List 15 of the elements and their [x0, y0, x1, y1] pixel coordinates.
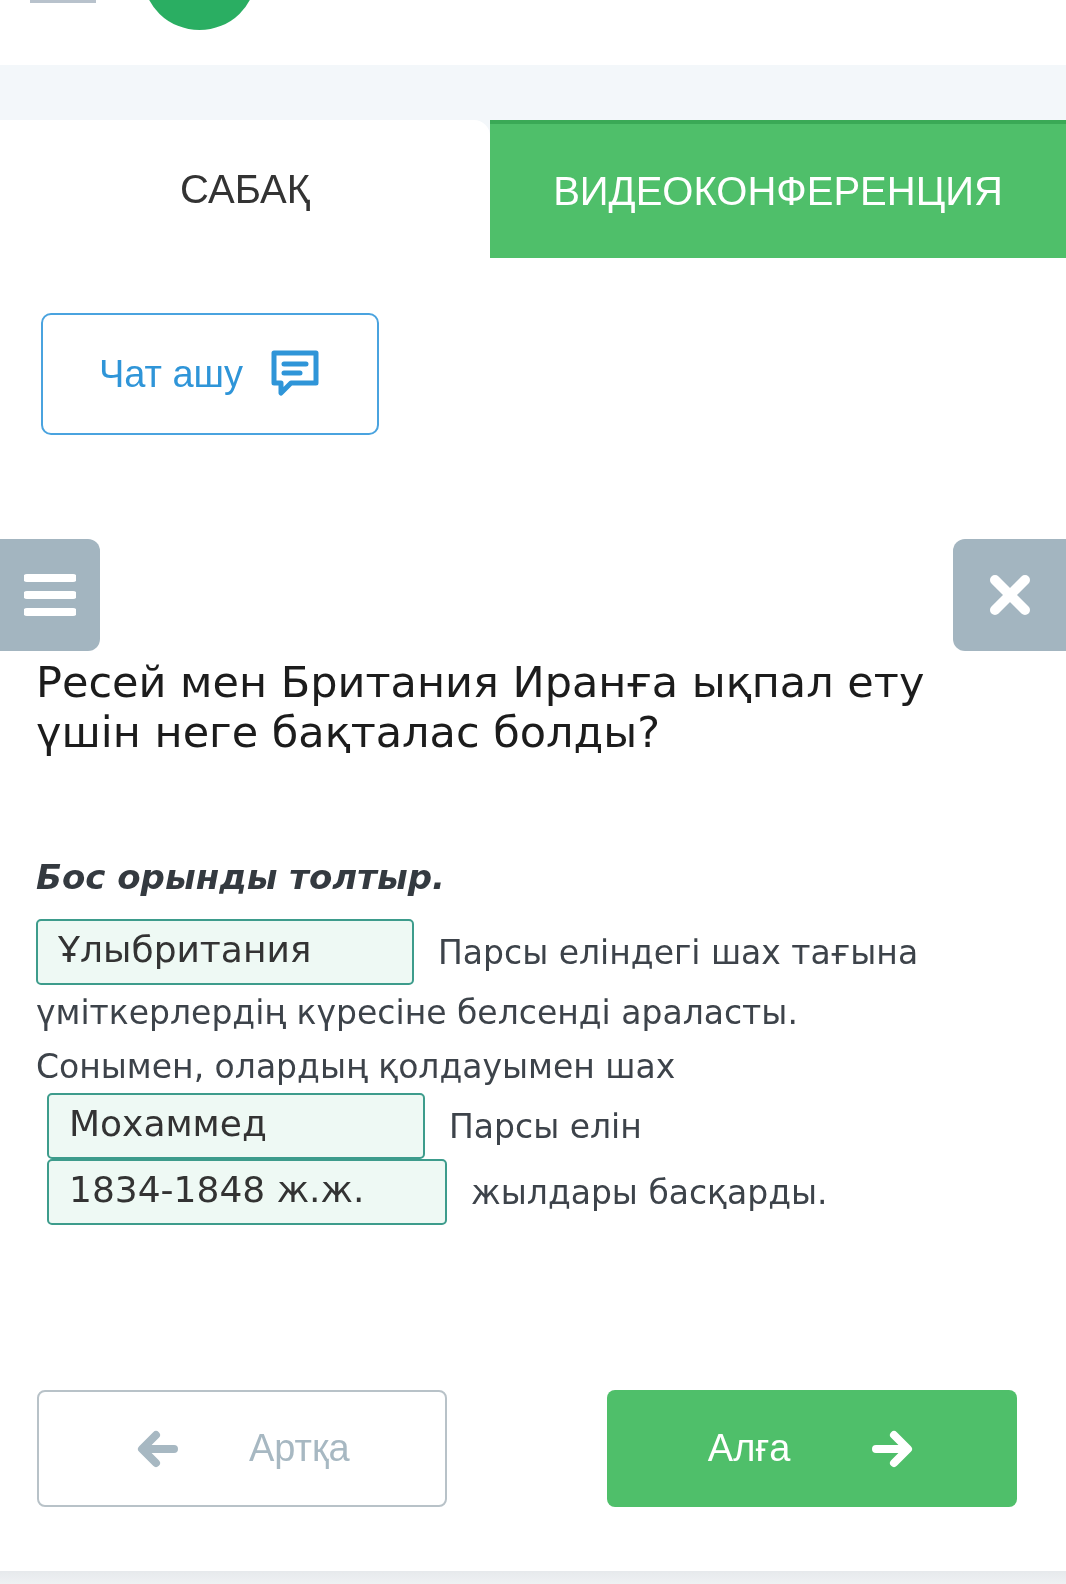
instruction-text: Бос орынды толтыр.	[36, 857, 446, 897]
sentence-text: үміткерлердің күресіне белсенді араласты.	[36, 992, 798, 1032]
question-text: Ресей мен Британия Иранға ықпал ету үшін неге бақталас болды?	[36, 657, 926, 757]
close-button[interactable]	[953, 539, 1066, 651]
answer-box[interactable]: 1834-1848 ж.ж.	[47, 1159, 447, 1225]
close-icon	[988, 574, 1031, 616]
answer-box[interactable]: Ұлыбритания	[36, 919, 414, 985]
sentence-text: Парсы елін	[449, 1106, 642, 1146]
chat-icon	[269, 349, 322, 399]
answer-box[interactable]: Мохаммед	[47, 1093, 425, 1159]
tab[interactable]: САБАҚ	[0, 120, 490, 258]
sentence-text: жылдары басқарды.	[471, 1172, 828, 1212]
menu-button[interactable]	[0, 539, 100, 651]
sentence-text: Сонымен, олардың қолдауымен шах	[36, 1046, 676, 1086]
sentence-text: Парсы еліндегі шах тағына	[438, 932, 919, 972]
